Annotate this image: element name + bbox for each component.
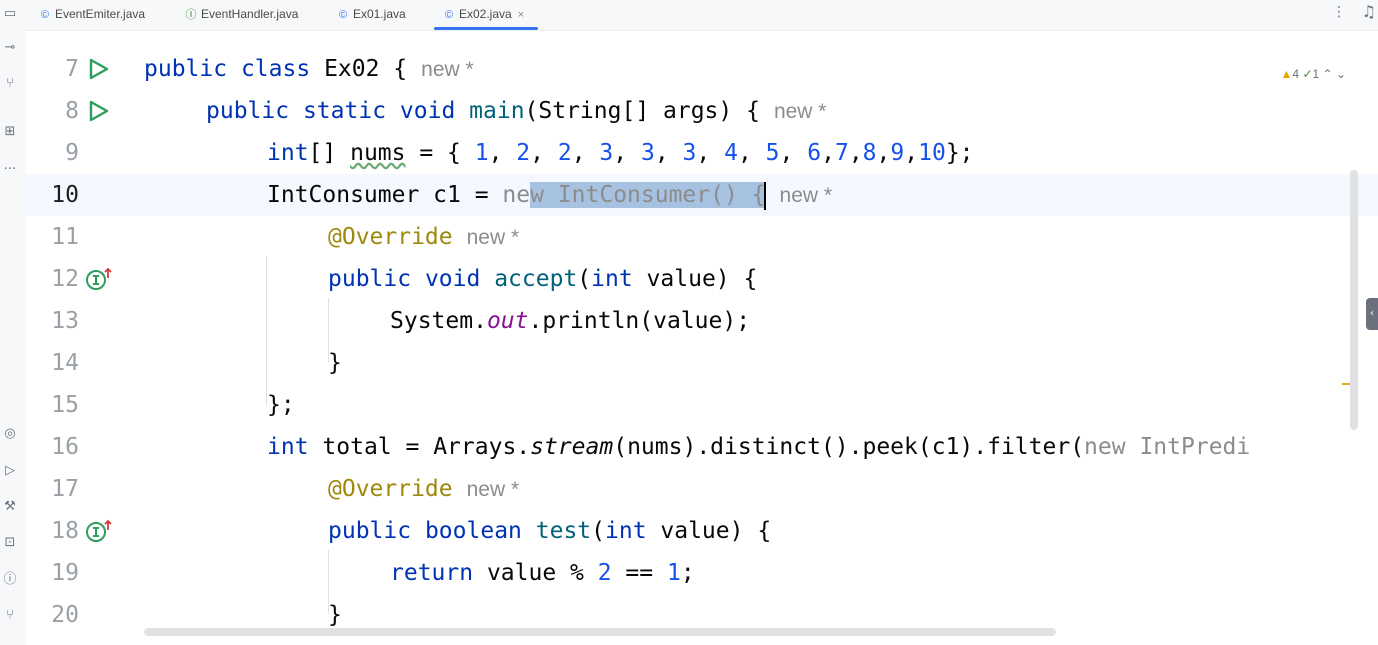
code-text: public static void main(String[] args) {…	[206, 98, 827, 124]
code-line: 18 public boolean test(int value) {	[26, 510, 1378, 552]
line-number: 12	[51, 266, 79, 292]
text-caret	[763, 181, 766, 210]
inlay-hint: new *	[466, 226, 520, 249]
line-number: 13	[51, 308, 79, 334]
tab-label: Ex01.java	[353, 7, 406, 21]
code-line: 17 @Override new *	[26, 468, 1378, 510]
implements-method-icon[interactable]	[86, 267, 112, 291]
problems-icon[interactable]: ⓘ	[0, 570, 20, 590]
code-text: IntConsumer c1 = new IntConsumer() {new …	[267, 181, 833, 210]
tab-ex02[interactable]: © Ex02.java ×	[434, 0, 539, 30]
collapse-side-panel-icon[interactable]: ‹	[1366, 298, 1378, 330]
code-line: 19 return value % 2 == 1;	[26, 552, 1378, 594]
line-number: 8	[65, 98, 79, 124]
code-line: 9 int[] nums = { 1, 2, 2, 3, 3, 3, 4, 5,…	[26, 132, 1378, 174]
structure-icon[interactable]: ⊞	[0, 122, 20, 142]
run-gutter-icon[interactable]	[86, 57, 110, 81]
run-gutter-icon[interactable]	[86, 99, 110, 123]
more-tools-icon[interactable]: …	[0, 156, 20, 176]
selection: w IntConsumer() {	[530, 182, 766, 208]
line-number: 10	[51, 182, 79, 208]
code-text: public boolean test(int value) {	[328, 518, 772, 544]
close-tab-icon[interactable]: ×	[518, 9, 524, 21]
notifications-icon[interactable]: ♫	[1362, 2, 1376, 21]
vertical-scrollbar[interactable]	[1350, 170, 1358, 430]
tab-ex01[interactable]: © Ex01.java	[336, 0, 406, 30]
code-text: @Override new *	[328, 224, 520, 250]
git-icon[interactable]: ⑂	[0, 606, 20, 626]
tab-label: EventEmiter.java	[55, 7, 146, 21]
active-tab-indicator	[434, 27, 539, 30]
code-line: 16 int total = Arrays.stream(nums).disti…	[26, 426, 1378, 468]
run-icon[interactable]: ▷	[0, 461, 20, 481]
code-editor[interactable]: ▲4 ✓1 ⌃ ⌄ 6 7 public class Ex02 {new * 8…	[26, 31, 1378, 645]
implements-method-icon[interactable]	[86, 519, 112, 543]
line-number: 15	[51, 392, 79, 418]
code-text: int total = Arrays.stream(nums).distinct…	[267, 434, 1251, 460]
inlay-hint: new *	[773, 100, 827, 123]
code-line: 15 };	[26, 384, 1378, 426]
line-number: 9	[65, 140, 79, 166]
code-line: 11 @Override new *	[26, 216, 1378, 258]
tab-options-icon[interactable]: ⋮	[1332, 4, 1346, 20]
line-number: 18	[51, 518, 79, 544]
line-number: 16	[51, 434, 79, 460]
code-line-current: 10 IntConsumer c1 = new IntConsumer() {n…	[26, 174, 1378, 216]
inlay-hint: new *	[466, 478, 520, 501]
code-line: 6	[26, 31, 1378, 41]
interface-icon: Ⓘ	[185, 9, 197, 21]
code-text: int[] nums = { 1, 2, 2, 3, 3, 3, 4, 5, 6…	[267, 140, 974, 166]
tab-label: EventHandler.java	[201, 7, 299, 21]
code-text: @Override new *	[328, 476, 520, 502]
services-icon[interactable]: ◎	[0, 424, 20, 444]
code-text: public class Ex02 {new *	[144, 56, 474, 82]
class-icon: ©	[444, 9, 454, 21]
tab-eventemiter[interactable]: © EventEmiter.java	[38, 0, 145, 30]
class-icon: ©	[40, 9, 50, 21]
project-icon[interactable]: ▭	[0, 4, 20, 24]
line-number: 20	[51, 602, 79, 628]
left-tool-strip: ▭ ⊸ ⑂ ⊞ … ◎ ▷ ⚒ ⊡ ⓘ ⑂	[0, 0, 27, 645]
code-text: return value % 2 == 1;	[390, 560, 695, 586]
line-number: 7	[65, 56, 79, 82]
code-text: }	[328, 350, 342, 376]
code-line: 7 public class Ex02 {new *	[26, 48, 1378, 90]
inlay-hint: new *	[421, 58, 474, 81]
code-text: System.out.println(value);	[390, 308, 751, 334]
code-text: };	[267, 392, 295, 418]
terminal-icon[interactable]: ⊡	[0, 533, 20, 553]
code-line: 12 public void accept(int value) {	[26, 258, 1378, 300]
line-number: 11	[51, 224, 79, 250]
tab-eventhandler[interactable]: Ⓘ EventHandler.java	[184, 0, 299, 30]
code-text: public void accept(int value) {	[328, 266, 758, 292]
pull-requests-icon[interactable]: ⑂	[0, 74, 20, 94]
code-line: 13 System.out.println(value);	[26, 300, 1378, 342]
editor-tab-bar: © EventEmiter.java Ⓘ EventHandler.java © Ex…	[26, 0, 1378, 31]
code-line: 14 }	[26, 342, 1378, 384]
inlay-hint: new *	[779, 184, 833, 207]
line-number: 19	[51, 560, 79, 586]
line-number: 6	[26, 31, 79, 41]
line-number: 14	[51, 350, 79, 376]
horizontal-scrollbar[interactable]	[144, 628, 1056, 636]
commit-icon[interactable]: ⊸	[0, 38, 20, 58]
class-icon: ©	[338, 9, 348, 21]
build-icon[interactable]: ⚒	[0, 497, 20, 517]
code-line: 8 public static void main(String[] args)…	[26, 90, 1378, 132]
tab-label: Ex02.java	[459, 7, 512, 21]
line-number: 17	[51, 476, 79, 502]
